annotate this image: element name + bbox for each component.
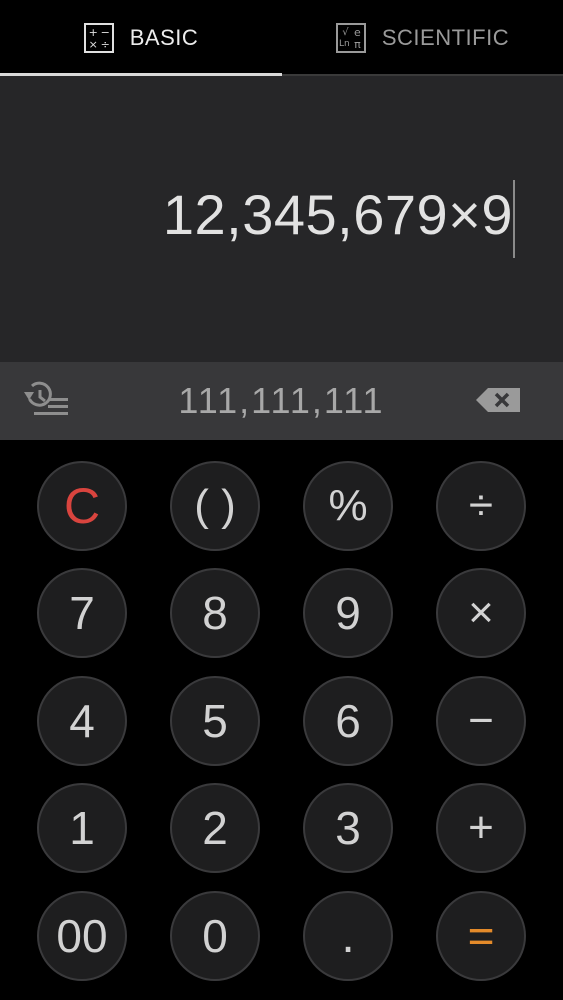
digit-5-button[interactable]: 5 bbox=[170, 676, 260, 766]
percent-button[interactable]: % bbox=[303, 461, 393, 551]
backspace-button[interactable] bbox=[474, 384, 524, 418]
expression-display[interactable]: 12,345,679×9 bbox=[0, 76, 563, 362]
tab-basic[interactable]: + − × ÷ BASIC bbox=[0, 0, 282, 76]
expression-text[interactable]: 12,345,679×9 bbox=[163, 182, 513, 247]
digit-3-button[interactable]: 3 bbox=[303, 783, 393, 873]
digit-4-button[interactable]: 4 bbox=[37, 676, 127, 766]
icon-glyph-e: e bbox=[353, 26, 361, 39]
double-zero-button[interactable]: 00 bbox=[37, 891, 127, 981]
parentheses-button[interactable]: ( ) bbox=[170, 461, 260, 551]
subtract-button[interactable]: − bbox=[436, 676, 526, 766]
icon-glyph-ln: Ln bbox=[339, 39, 350, 49]
divide-button[interactable]: ÷ bbox=[436, 461, 526, 551]
keypad: C ( ) % ÷ 7 8 9 × 4 5 6 − 1 2 3 + 00 0 .… bbox=[0, 440, 563, 1000]
icon-glyph-divide: ÷ bbox=[100, 38, 110, 51]
tab-scientific-label: SCIENTIFIC bbox=[381, 25, 510, 50]
scientific-functions-icon: √ e Ln π bbox=[335, 23, 366, 53]
add-button[interactable]: + bbox=[436, 783, 526, 873]
result-bar: 111,111,111 bbox=[0, 362, 563, 440]
digit-8-button[interactable]: 8 bbox=[170, 568, 260, 658]
digit-6-button[interactable]: 6 bbox=[303, 676, 393, 766]
history-button[interactable] bbox=[22, 380, 72, 422]
digit-0-button[interactable]: 0 bbox=[170, 891, 260, 981]
icon-glyph-minus: − bbox=[100, 26, 110, 39]
text-cursor bbox=[513, 180, 515, 258]
mode-tab-bar: + − × ÷ BASIC √ e Ln π SCIENTIFIC bbox=[0, 0, 563, 76]
digit-2-button[interactable]: 2 bbox=[170, 783, 260, 873]
digit-7-button[interactable]: 7 bbox=[37, 568, 127, 658]
clear-button[interactable]: C bbox=[37, 461, 127, 551]
multiply-button[interactable]: × bbox=[436, 568, 526, 658]
history-icon bbox=[24, 381, 68, 415]
equals-button[interactable]: = bbox=[436, 891, 526, 981]
basic-operators-icon: + − × ÷ bbox=[83, 23, 114, 53]
digit-9-button[interactable]: 9 bbox=[303, 568, 393, 658]
tab-basic-label: BASIC bbox=[129, 25, 199, 50]
tab-scientific[interactable]: √ e Ln π SCIENTIFIC bbox=[282, 0, 563, 76]
digit-1-button[interactable]: 1 bbox=[37, 783, 127, 873]
icon-glyph-pi: π bbox=[354, 38, 361, 51]
decimal-point-button[interactable]: . bbox=[303, 891, 393, 981]
backspace-icon bbox=[476, 388, 520, 412]
